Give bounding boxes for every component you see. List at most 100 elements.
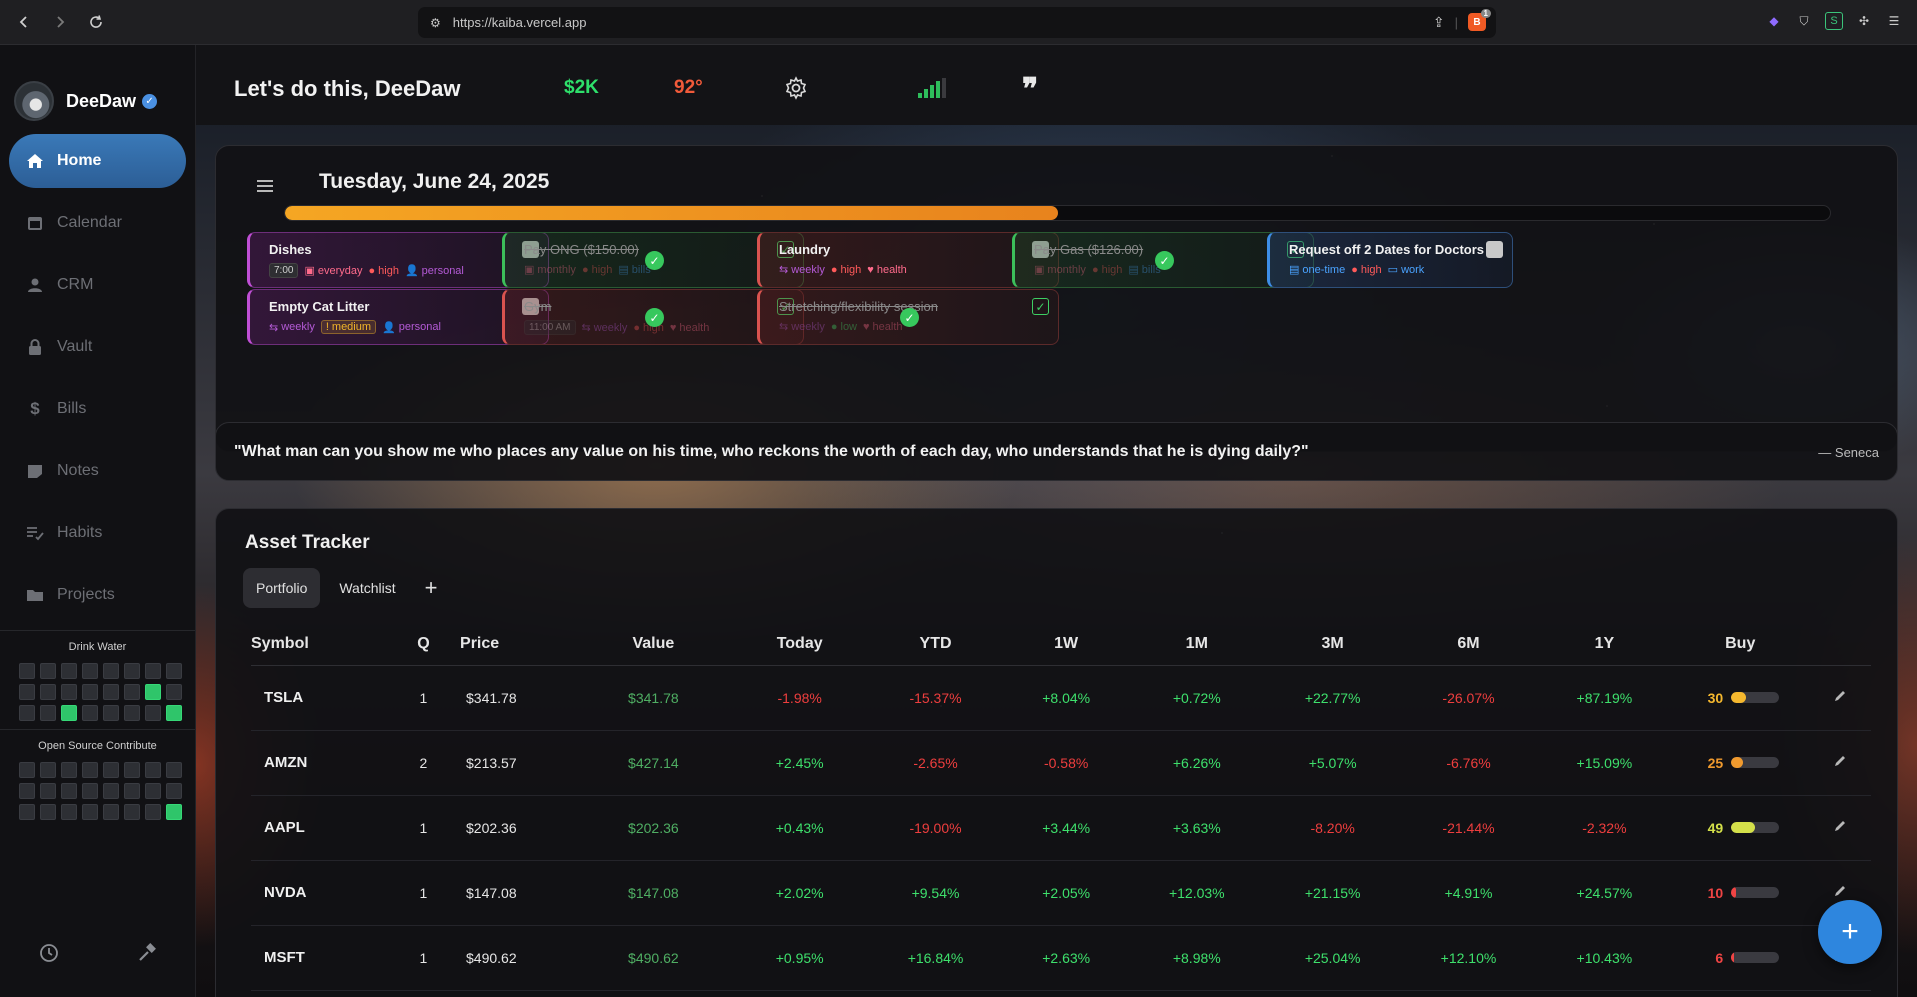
profile[interactable]: DeeDaw ✓ <box>0 45 195 133</box>
habit-cell[interactable] <box>82 663 98 679</box>
habit-cell[interactable] <box>166 684 182 700</box>
habit-cell[interactable] <box>82 783 98 799</box>
task-checkbox[interactable]: ✓ <box>1032 298 1049 315</box>
task-checkbox[interactable] <box>1486 241 1503 258</box>
symbol[interactable]: MSFT <box>251 925 387 991</box>
habit-cell[interactable] <box>124 762 140 778</box>
extensions-puzzle-icon[interactable]: ✣ <box>1855 12 1873 30</box>
avatar[interactable] <box>14 81 54 121</box>
edit-icon[interactable] <box>1833 885 1847 901</box>
habit-cell[interactable] <box>19 705 35 721</box>
signal-icon[interactable] <box>918 78 946 98</box>
table-row[interactable]: TSLA 1 $341.78 $341.78 -1.98% -15.37% +8.04% +0… <box>251 665 1871 731</box>
table-row[interactable]: AMZN 2 $213.57 $427.14 +2.45% -2.65% -0.58% +6.… <box>251 730 1871 796</box>
habit-cell[interactable] <box>145 762 161 778</box>
table-row[interactable]: NVDA 1 $147.08 $147.08 +2.02% +9.54% +2.05% +12… <box>251 860 1871 926</box>
gear-icon[interactable] <box>784 76 808 100</box>
extension-s-icon[interactable]: S <box>1825 12 1843 30</box>
column-header-symbol[interactable]: Symbol <box>251 623 387 666</box>
sidebar-item-crm[interactable]: CRM <box>9 258 186 312</box>
forward-icon[interactable] <box>46 8 74 36</box>
habit-cell[interactable] <box>103 684 119 700</box>
sidebar-item-bills[interactable]: $ Bills <box>9 382 186 436</box>
share-icon[interactable]: ⇪ <box>1433 14 1445 31</box>
habit-cell[interactable] <box>103 783 119 799</box>
sidebar-item-projects[interactable]: Projects <box>9 568 186 622</box>
temperature[interactable]: 92° <box>674 77 703 99</box>
sidebar-item-notes[interactable]: Notes <box>9 444 186 498</box>
habit-cell[interactable] <box>145 804 161 820</box>
habit-cell[interactable] <box>61 783 77 799</box>
habit-cell[interactable] <box>166 663 182 679</box>
table-row[interactable]: AAPL 1 $202.36 $202.36 +0.43% -19.00% +3.44% +3… <box>251 795 1871 861</box>
task-card[interactable]: Request off 2 Dates for Doctors ▤ one-time… <box>1267 232 1513 288</box>
browser-menu-icon[interactable]: ☰ <box>1885 12 1903 30</box>
sidebar-item-vault[interactable]: Vault <box>9 320 186 374</box>
habit-cell[interactable] <box>103 663 119 679</box>
habit-cell[interactable] <box>145 684 161 700</box>
edit-icon[interactable] <box>1833 755 1847 771</box>
habit-cell[interactable] <box>166 804 182 820</box>
habit-cell[interactable] <box>124 783 140 799</box>
tab-watchlist[interactable]: Watchlist <box>326 568 408 608</box>
habit-cell[interactable] <box>103 804 119 820</box>
habit-cell[interactable] <box>103 762 119 778</box>
edit-icon[interactable] <box>1833 690 1847 706</box>
net-worth[interactable]: $2K <box>564 77 599 99</box>
address-bar[interactable]: ⚙ https://kaiba.vercel.app ⇪ | B1 <box>418 7 1496 38</box>
column-header-1w[interactable]: 1W <box>1003 623 1129 666</box>
menu-icon[interactable] <box>257 179 273 197</box>
column-header-3m[interactable]: 3M <box>1264 623 1401 666</box>
sidebar-item-habits[interactable]: Habits <box>9 506 186 560</box>
habit-cell[interactable] <box>145 705 161 721</box>
sidebar-item-home[interactable]: Home <box>9 134 186 188</box>
habit-cell[interactable] <box>40 804 56 820</box>
habit-cell[interactable] <box>61 705 77 721</box>
column-header-1y[interactable]: 1Y <box>1536 623 1673 666</box>
site-info-icon[interactable]: ⚙ <box>430 16 441 30</box>
table-row[interactable]: MSFT 1 $490.62 $490.62 +0.95% +16.84% +2.63% +8… <box>251 925 1871 991</box>
habit-cell[interactable] <box>145 663 161 679</box>
habit-cell[interactable] <box>40 684 56 700</box>
column-header-q[interactable]: Q <box>386 623 461 666</box>
habit-cell[interactable] <box>61 804 77 820</box>
back-icon[interactable] <box>10 8 38 36</box>
add-tab-button[interactable]: + <box>415 575 448 601</box>
column-header-value[interactable]: Value <box>574 623 732 666</box>
task-card[interactable]: Stretching/flexibility session ⇆ weekly ● lo… <box>757 289 1059 345</box>
column-header-buy[interactable]: Buy <box>1672 623 1809 666</box>
habit-cell[interactable] <box>40 783 56 799</box>
habit-cell[interactable] <box>124 804 140 820</box>
history-icon[interactable] <box>38 942 60 969</box>
habit-cell[interactable] <box>166 783 182 799</box>
habit-cell[interactable] <box>82 804 98 820</box>
habit-cell[interactable] <box>40 705 56 721</box>
habit-cell[interactable] <box>166 705 182 721</box>
habit-cell[interactable] <box>61 762 77 778</box>
add-button[interactable]: + <box>1818 900 1882 964</box>
habit-cell[interactable] <box>103 705 119 721</box>
habit-cell[interactable] <box>166 762 182 778</box>
habit-cell[interactable] <box>40 663 56 679</box>
habit-cell[interactable] <box>124 705 140 721</box>
column-header-6m[interactable]: 6M <box>1400 623 1537 666</box>
quote-icon[interactable]: ❞ <box>1022 72 1038 107</box>
symbol[interactable]: NVDA <box>251 860 387 926</box>
column-header-1m[interactable]: 1M <box>1128 623 1265 666</box>
symbol[interactable]: AAPL <box>251 795 387 861</box>
habit-cell[interactable] <box>124 684 140 700</box>
sidebar-item-calendar[interactable]: Calendar <box>9 196 186 250</box>
bitwarden-icon[interactable]: ⛉ <box>1795 12 1813 30</box>
habit-cell[interactable] <box>19 783 35 799</box>
habit-cell[interactable] <box>61 684 77 700</box>
habit-cell[interactable] <box>19 684 35 700</box>
symbol[interactable]: AMZN <box>251 730 387 796</box>
symbol[interactable]: TSLA <box>251 665 387 731</box>
column-header-price[interactable]: Price <box>460 623 575 666</box>
brave-shield-icon[interactable]: B1 <box>1468 9 1491 31</box>
tab-portfolio[interactable]: Portfolio <box>243 568 321 608</box>
habit-cell[interactable] <box>19 663 35 679</box>
habit-cell[interactable] <box>19 804 35 820</box>
habit-cell[interactable] <box>82 705 98 721</box>
extension-purple-icon[interactable]: ◆ <box>1765 12 1783 30</box>
